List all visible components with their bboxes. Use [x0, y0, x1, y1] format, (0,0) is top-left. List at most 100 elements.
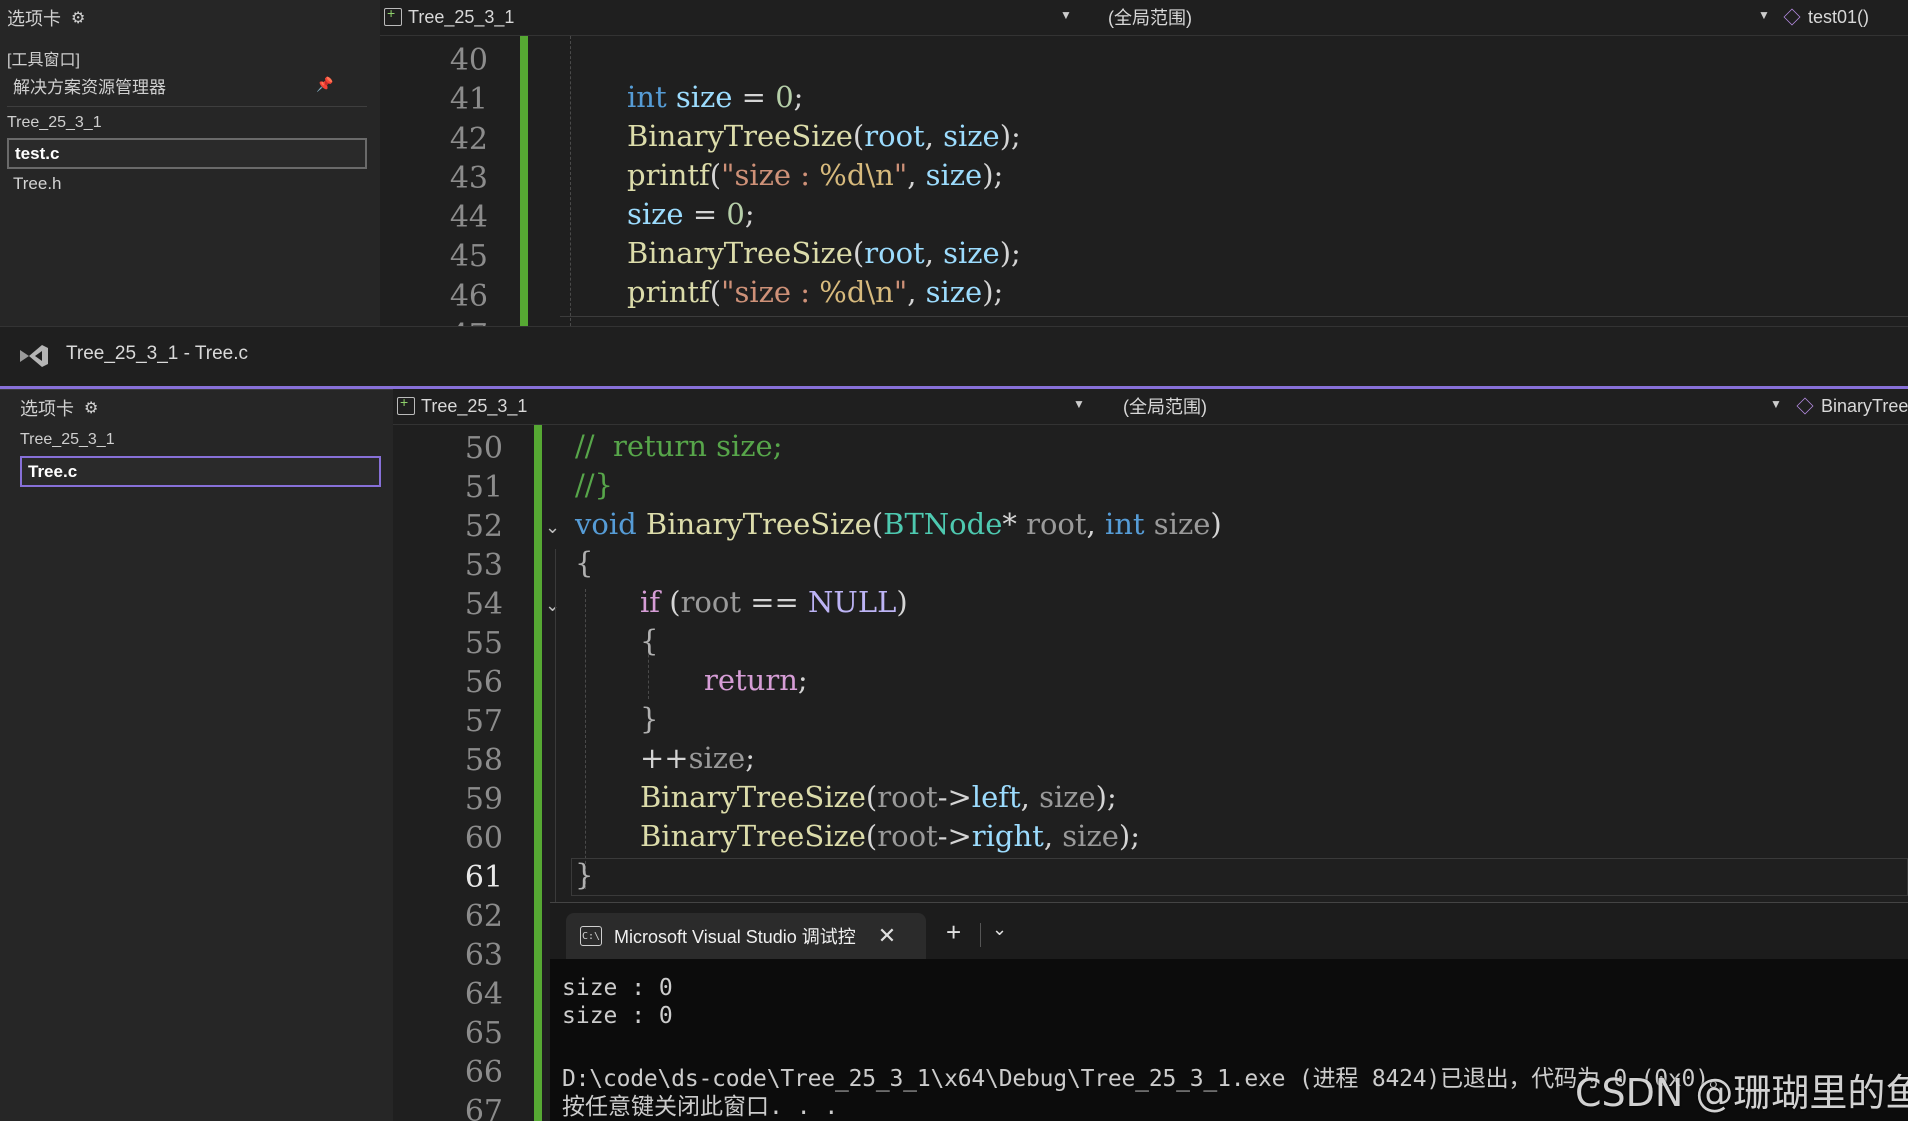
scope-dropdown-label: (全局范围): [1123, 397, 1207, 417]
project-dropdown-label: Tree_25_3_1: [421, 395, 528, 416]
scope-dropdown[interactable]: (全局范围): [1123, 389, 1207, 423]
current-line-number: 61: [464, 860, 503, 895]
member-dropdown[interactable]: test01(): [1783, 0, 1870, 34]
line-number: 46: [449, 279, 488, 314]
code-line-43[interactable]: printf("size : %d\n", size);: [627, 158, 1003, 192]
line-number: 56: [464, 665, 503, 700]
line-number: 50: [464, 431, 503, 466]
bottom-navigation-bar: Tree_25_3_1 ▼ (全局范围) ▼ BinaryTree: [393, 389, 1908, 425]
line-number: 45: [449, 239, 488, 274]
line-number: 40: [449, 43, 488, 78]
scope-dropdown-label: (全局范围): [1108, 8, 1192, 28]
line-number: 60: [464, 821, 503, 856]
code-line-58[interactable]: ++size;: [640, 741, 755, 775]
tabs-header-label: 选项卡: [7, 9, 61, 29]
member-dropdown[interactable]: BinaryTree: [1796, 389, 1908, 423]
line-number: 62: [464, 899, 503, 934]
line-number: 53: [464, 548, 503, 583]
pin-icon[interactable]: 📌: [316, 76, 333, 93]
bottom-tabs-sidebar: 选项卡 ⚙ Tree_25_3_1 Tree.c: [0, 389, 393, 1121]
indent-guide: [570, 36, 571, 326]
fold-collapse-icon[interactable]: ⌄: [545, 595, 560, 616]
top-navigation-bar: Tree_25_3_1 ▼ (全局范围) ▼ test01(): [380, 0, 1908, 36]
window-title: Tree_25_3_1 - Tree.c: [66, 343, 249, 364]
project-dropdown[interactable]: Tree_25_3_1: [397, 389, 527, 423]
console-tab-title: Microsoft Visual Studio 调试控: [614, 927, 856, 947]
code-line-59[interactable]: BinaryTreeSize(root->left, size);: [640, 780, 1117, 814]
chevron-down-icon[interactable]: ▼: [1770, 397, 1782, 411]
close-icon[interactable]: ✕: [878, 923, 896, 949]
console-output-line: size : 0: [562, 975, 673, 1001]
code-line-53[interactable]: {: [575, 546, 593, 580]
chevron-down-icon[interactable]: ⌄: [992, 919, 1007, 940]
code-line-52[interactable]: void BinaryTreeSize(BTNode* root, int si…: [575, 507, 1222, 541]
change-tracking-bar: [534, 425, 542, 1121]
current-line-outline: [560, 316, 1908, 317]
code-line-61[interactable]: }: [575, 858, 593, 892]
console-tab-bar: C:\ Microsoft Visual Studio 调试控 ✕ + ⌄: [550, 903, 1908, 959]
code-line-54[interactable]: if (root == NULL): [640, 585, 908, 619]
line-number: 57: [464, 704, 503, 739]
code-line-45[interactable]: BinaryTreeSize(root, size);: [627, 236, 1021, 270]
chevron-down-icon[interactable]: ▼: [1073, 397, 1085, 411]
function-cube-icon: [1783, 8, 1801, 26]
tabs-header-label: 选项卡: [20, 398, 74, 419]
line-number: 64: [464, 977, 503, 1012]
bottom-window-title-bar[interactable]: Tree_25_3_1 - Tree.c: [0, 326, 1908, 386]
line-number: 63: [464, 938, 503, 973]
gear-icon[interactable]: ⚙: [84, 398, 98, 418]
code-line-56[interactable]: return;: [704, 663, 808, 697]
member-dropdown-label: test01(): [1808, 6, 1870, 27]
project-file-icon: [397, 394, 415, 415]
code-line-50[interactable]: // return size;: [575, 429, 782, 463]
code-line-46[interactable]: printf("size : %d\n", size);: [627, 275, 1003, 309]
code-line-60[interactable]: BinaryTreeSize(root->right, size);: [640, 819, 1140, 853]
solution-explorer-item[interactable]: 解决方案资源管理器: [13, 73, 166, 98]
line-number: 43: [449, 161, 488, 196]
scope-dropdown[interactable]: (全局范围): [1108, 0, 1192, 34]
line-number: 65: [464, 1016, 503, 1051]
function-cube-icon: [1796, 397, 1814, 415]
project-dropdown[interactable]: Tree_25_3_1: [384, 0, 514, 34]
file-tab-test-c[interactable]: test.c: [7, 138, 367, 169]
line-number: 55: [464, 626, 503, 661]
code-line-55[interactable]: {: [640, 624, 658, 658]
code-line-41[interactable]: int size = 0;: [627, 80, 803, 114]
console-output-line: 按任意键关闭此窗口. . .: [562, 1094, 839, 1120]
top-tabs-sidebar: 选项卡 ⚙ [工具窗口] 解决方案资源管理器 📌 Tree_25_3_1 tes…: [0, 0, 380, 326]
line-number: 59: [464, 782, 503, 817]
terminal-icon: C:\: [580, 926, 602, 946]
new-tab-plus-icon[interactable]: +: [946, 917, 961, 948]
chevron-down-icon[interactable]: ▼: [1758, 8, 1770, 22]
project-dropdown-label: Tree_25_3_1: [408, 6, 515, 27]
tool-window-label: [工具窗口]: [7, 52, 80, 69]
chevron-down-icon[interactable]: ▼: [1060, 8, 1072, 22]
project-group-label: Tree_25_3_1: [20, 431, 115, 448]
code-line-42[interactable]: BinaryTreeSize(root, size);: [627, 119, 1021, 153]
project-file-icon: [384, 5, 402, 26]
gear-icon[interactable]: ⚙: [71, 8, 85, 28]
top-editor-window: 选项卡 ⚙ [工具窗口] 解决方案资源管理器 📌 Tree_25_3_1 tes…: [0, 0, 1908, 326]
project-group-label: Tree_25_3_1: [7, 114, 102, 131]
line-number: 58: [464, 743, 503, 778]
line-number: 51: [464, 470, 503, 505]
code-line-44[interactable]: size = 0;: [627, 197, 755, 231]
current-line-highlight: [571, 858, 1908, 896]
tabs-header: 选项卡 ⚙: [0, 0, 380, 36]
line-number: 44: [449, 200, 488, 235]
file-tab-tree-c[interactable]: Tree.c: [20, 456, 381, 487]
code-line-57[interactable]: }: [640, 702, 658, 736]
code-line-51[interactable]: //}: [575, 468, 613, 502]
change-tracking-bar: [520, 36, 528, 326]
line-number: 67: [464, 1094, 503, 1121]
csdn-watermark: CSDN @珊瑚里的鱼: [1575, 1071, 1908, 1115]
visual-studio-logo-icon: [20, 345, 48, 367]
line-number: 66: [464, 1055, 503, 1090]
line-number: 42: [449, 122, 488, 157]
fold-collapse-icon[interactable]: ⌄: [545, 517, 560, 538]
file-tab-tree-h[interactable]: Tree.h: [7, 174, 62, 194]
console-tab[interactable]: C:\ Microsoft Visual Studio 调试控 ✕: [566, 913, 926, 959]
indent-guide: [585, 589, 586, 889]
console-output-line: size : 0: [562, 1003, 673, 1029]
line-number: 41: [449, 82, 488, 117]
